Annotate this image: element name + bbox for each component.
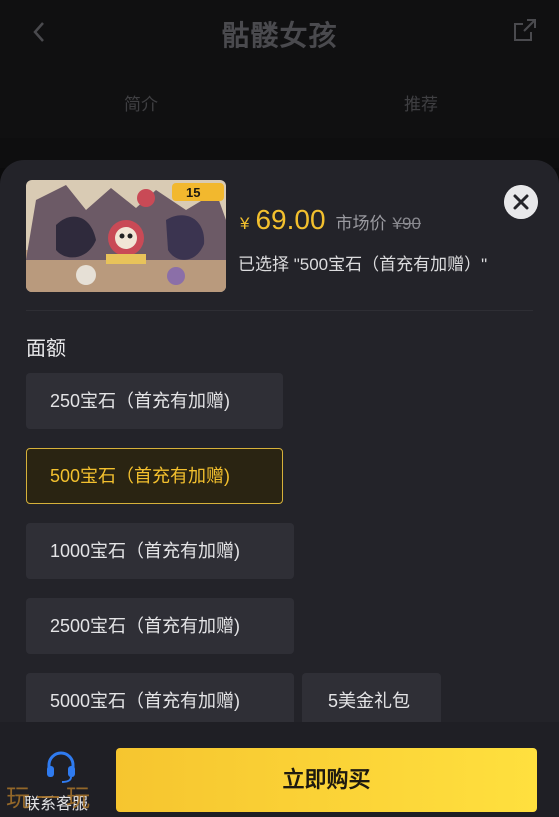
option-2500-gems[interactable]: 2500宝石（首充有加赠): [26, 598, 294, 654]
option-1000-gems[interactable]: 1000宝石（首充有加赠): [26, 523, 294, 579]
option-5000-gems[interactable]: 5000宝石（首充有加赠): [26, 673, 294, 729]
share-icon[interactable]: [511, 16, 539, 44]
option-5-usd-pack[interactable]: 5美金礼包: [302, 673, 441, 729]
price-row: ¥ 69.00 市场价 ¥90: [240, 204, 421, 236]
tab-bar: 简介 推荐: [0, 64, 559, 138]
top-bar: 骷髅女孩: [0, 0, 559, 64]
promo-badge: 15: [186, 185, 200, 200]
purchase-sheet: 15 ¥ 69.00 市场价 ¥90 已选择 "500宝石（首充有加赠）" 面额…: [0, 160, 559, 817]
option-500-gems-selected[interactable]: 500宝石（首充有加赠): [26, 448, 283, 504]
divider: [26, 310, 533, 311]
close-icon[interactable]: [504, 185, 538, 219]
buy-now-button[interactable]: 立即购买: [116, 748, 537, 812]
tab-recommend[interactable]: 推荐: [404, 90, 438, 115]
option-250-gems[interactable]: 250宝石（首充有加赠): [26, 373, 283, 429]
selected-option-text: 已选择 "500宝石（首充有加赠）": [238, 255, 488, 274]
denomination-label: 面额: [26, 338, 66, 360]
tab-intro[interactable]: 简介: [124, 90, 158, 115]
price-value: 69.00: [255, 204, 326, 235]
market-price-label: 市场价: [335, 214, 387, 233]
watermark: 玩一玩: [6, 784, 96, 812]
market-price: ¥90: [392, 214, 421, 233]
page-title: 骷髅女孩: [221, 20, 338, 51]
game-cover-image: 15: [26, 180, 226, 292]
currency-symbol: ¥: [240, 214, 250, 233]
